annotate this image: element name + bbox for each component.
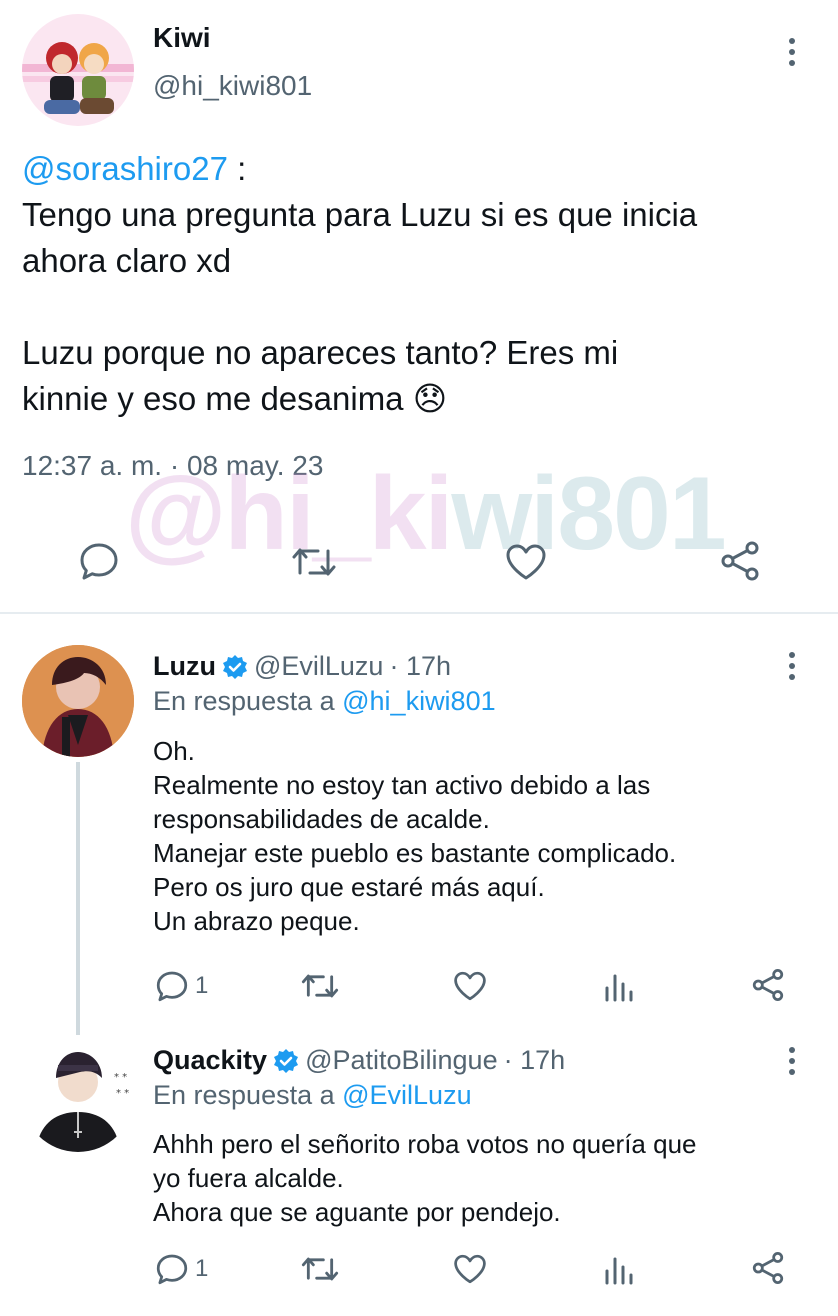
share-icon[interactable]: [718, 540, 762, 582]
analytics-icon[interactable]: [604, 1253, 634, 1285]
reply-icon[interactable]: [155, 969, 189, 1003]
replying-to-handle[interactable]: @hi_kiwi801: [342, 686, 495, 716]
more-options-icon[interactable]: [786, 1047, 798, 1075]
retweet-icon[interactable]: [290, 543, 338, 581]
retweet-icon[interactable]: [300, 970, 340, 1002]
share-icon[interactable]: [750, 1251, 786, 1285]
reply-author-handle[interactable]: @EvilLuzu: [254, 651, 383, 682]
watermark-part-b: wi801: [451, 456, 726, 572]
reply-time: · 17h: [389, 651, 451, 681]
replying-to-label: En respuesta a: [153, 1080, 343, 1110]
reply-author-name[interactable]: Quackity: [153, 1045, 267, 1076]
luzu-avatar-image: [22, 645, 134, 757]
more-options-icon[interactable]: [786, 38, 798, 66]
reply-count: 1: [195, 972, 209, 999]
mention-suffix: :: [227, 150, 247, 187]
author-handle[interactable]: @hi_kiwi801: [153, 70, 312, 102]
share-icon[interactable]: [750, 968, 786, 1002]
svg-text:* *: * *: [114, 1072, 127, 1083]
analytics-icon[interactable]: [604, 970, 634, 1002]
verified-badge-icon: [274, 1048, 299, 1073]
like-icon[interactable]: [452, 970, 488, 1002]
luzu-avatar[interactable]: [22, 645, 134, 757]
reply-author-name[interactable]: Luzu: [153, 651, 216, 682]
tweet-timestamp: 12:37 a. m. · 08 may. 23: [22, 450, 324, 481]
replying-to: En respuesta a @EvilLuzu: [153, 1080, 472, 1111]
thread-line: [76, 762, 80, 1035]
replying-to-handle[interactable]: @EvilLuzu: [342, 1080, 471, 1110]
svg-text:* *: * *: [116, 1088, 129, 1099]
reply-header: Quackity @PatitoBilingue · 17h: [153, 1045, 565, 1076]
tweet-text: @sorashiro27 : Tengo una pregunta para L…: [22, 146, 822, 422]
reply-text: Oh. Realmente no estoy tan activo debido…: [153, 736, 677, 936]
mention-link[interactable]: @sorashiro27: [22, 150, 228, 187]
quackity-avatar[interactable]: * * * *: [22, 1040, 134, 1152]
more-options-icon[interactable]: [786, 652, 798, 680]
sad-face-emoji: 😞: [412, 380, 448, 417]
reply-author-handle[interactable]: @PatitoBilingue: [305, 1045, 498, 1076]
retweet-icon[interactable]: [300, 1253, 340, 1285]
reply-icon[interactable]: [155, 1252, 189, 1286]
reply-header: Luzu @EvilLuzu · 17h: [153, 651, 451, 682]
reply-time: · 17h: [503, 1045, 566, 1075]
reply-count: 1: [195, 1255, 209, 1282]
replying-to: En respuesta a @hi_kiwi801: [153, 686, 496, 717]
quackity-avatar-image: * * * *: [22, 1040, 134, 1152]
reply-icon[interactable]: [78, 540, 120, 582]
kiwi-avatar-image: [22, 42, 134, 114]
reply-text: Ahhh pero el señorito roba votos no quer…: [153, 1129, 697, 1227]
verified-badge-icon: [222, 654, 247, 679]
like-icon[interactable]: [452, 1253, 488, 1285]
divider: [0, 612, 838, 614]
replying-to-label: En respuesta a: [153, 686, 343, 716]
author-name[interactable]: Kiwi: [153, 22, 211, 54]
like-icon[interactable]: [504, 542, 548, 582]
tweet-body: Tengo una pregunta para Luzu si es que i…: [22, 196, 698, 417]
kiwi-avatar[interactable]: [22, 14, 134, 126]
